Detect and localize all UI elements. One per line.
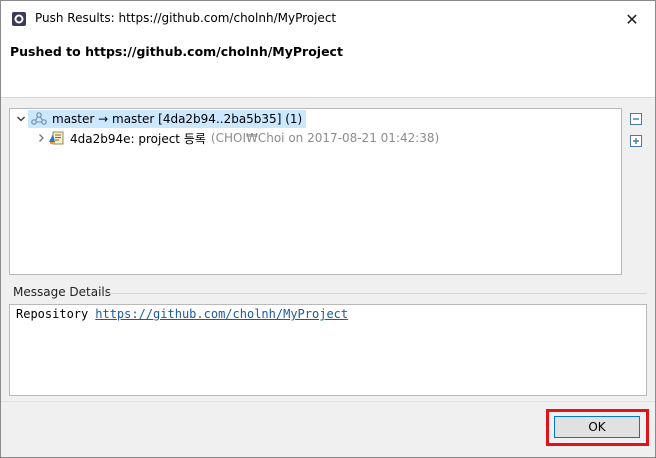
ok-button[interactable]: OK (554, 416, 640, 438)
tree-row-commit[interactable]: 4da2b94e: project 등록 (CHOI₩Choi on 2017-… (34, 129, 439, 147)
repository-link[interactable]: https://github.com/cholnh/MyProject (95, 307, 348, 321)
chevron-right-icon[interactable] (34, 130, 48, 146)
commit-icon (48, 130, 66, 146)
push-results-tree[interactable]: master → master [4da2b94..2ba5b35] (1) 4… (9, 108, 622, 275)
commit-label: 4da2b94e: project 등록 (70, 131, 206, 146)
footer-divider (1, 401, 655, 402)
title-bar: Push Results: https://github.com/cholnh/… (1, 1, 655, 37)
window-title: Push Results: https://github.com/cholnh/… (35, 11, 337, 25)
page-title: Pushed to https://github.com/cholnh/MyPr… (10, 44, 343, 59)
tree-row-branch[interactable]: master → master [4da2b94..2ba5b35] (1) (14, 110, 307, 128)
collapse-all-icon (630, 113, 642, 125)
repository-prefix: Repository (16, 307, 89, 321)
push-results-dialog: Push Results: https://github.com/cholnh/… (0, 0, 656, 458)
message-details-box[interactable]: Repository https://github.com/cholnh/MyPr… (9, 304, 647, 396)
collapse-all-button[interactable] (629, 112, 643, 126)
tree-row-selection: master → master [4da2b94..2ba5b35] (1) (28, 110, 307, 128)
message-text: Repository https://github.com/cholnh/MyPr… (16, 307, 348, 321)
group-divider (105, 293, 647, 294)
commit-meta: (CHOI₩Choi on 2017-08-21 01:42:38) (210, 131, 440, 145)
branch-push-icon (30, 111, 48, 127)
expand-all-button[interactable] (629, 134, 643, 148)
close-button[interactable]: ✕ (609, 1, 655, 37)
branch-ref-label: master → master [4da2b94..2ba5b35] (1) (52, 112, 303, 126)
dialog-content: master → master [4da2b94..2ba5b35] (1) 4… (1, 98, 655, 457)
chevron-down-icon[interactable] (14, 111, 28, 127)
message-details-label: Message Details (13, 285, 112, 299)
close-icon: ✕ (625, 9, 639, 29)
expand-all-icon (630, 135, 642, 147)
eclipse-app-icon (11, 11, 27, 27)
